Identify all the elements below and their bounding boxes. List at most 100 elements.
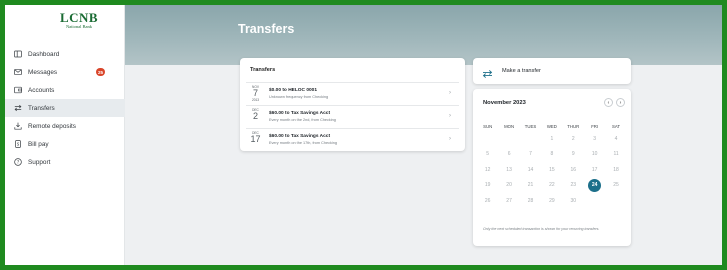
- calendar-day-number: 24: [588, 178, 602, 192]
- calendar-day-number: 6: [507, 151, 511, 158]
- make-transfer-label: Make a transfer: [502, 68, 541, 74]
- messages-count-badge: 25: [96, 68, 105, 76]
- calendar-day-number: 8: [550, 151, 554, 158]
- calendar-day[interactable]: 28: [520, 193, 541, 209]
- calendar-day[interactable]: 21: [520, 178, 541, 194]
- calendar-day[interactable]: 27: [498, 193, 519, 209]
- calendar-day[interactable]: 8: [541, 147, 562, 163]
- calendar-day[interactable]: 3: [584, 131, 605, 147]
- calendar-day-number: 16: [570, 166, 577, 173]
- chevron-right-icon: ›: [619, 99, 622, 106]
- calendar-day-number: 27: [506, 197, 512, 204]
- calendar-week-row: 19 20 21 22 23 24 25: [477, 178, 627, 194]
- calendar-day-number: 14: [527, 166, 534, 173]
- calendar-day-number: 5: [486, 151, 490, 158]
- transfer-arrows-icon: [14, 104, 22, 112]
- calendar-weekday-row: SUN MON TUES WED THUR FRI SAT: [477, 121, 627, 131]
- transfer-date: DEC 2: [250, 108, 261, 121]
- calendar-day[interactable]: 25: [605, 178, 626, 194]
- calendar-day[interactable]: 20: [498, 178, 519, 194]
- calendar-day[interactable]: 4: [605, 131, 626, 147]
- previous-month-button[interactable]: ‹: [604, 98, 613, 107]
- calendar-week-row: 12 13 14 15 16 17 18: [477, 162, 627, 178]
- weekday-label: WED: [546, 123, 557, 129]
- transfer-date: DEC 17: [250, 131, 261, 144]
- sidebar-item-messages[interactable]: Messages 25: [5, 63, 125, 81]
- calendar-day[interactable]: 14: [520, 162, 541, 178]
- svg-text:$: $: [17, 142, 20, 147]
- sidebar-item-support[interactable]: ? Support: [5, 153, 125, 171]
- calendar-day[interactable]: 12: [477, 162, 498, 178]
- sidebar-item-remote-deposits[interactable]: Remote deposits: [5, 117, 125, 135]
- transfer-row[interactable]: DEC 17 $60.00 to Tax Savings Acct Every …: [246, 128, 459, 150]
- calendar-empty-cell: [520, 131, 541, 147]
- sidebar-item-label: Messages: [28, 68, 58, 76]
- calendar-day-number: 25: [613, 182, 619, 189]
- transfer-calendar: November 2023 ‹ › SUN MON TUES WED THUR FRI SA…: [473, 89, 631, 246]
- main-nav: Dashboard Messages 25 Accounts Transfers…: [5, 45, 125, 171]
- calendar-day[interactable]: 17: [584, 162, 605, 178]
- help-circle-icon: ?: [14, 158, 22, 166]
- sidebar-item-label: Transfers: [28, 104, 55, 112]
- sidebar-item-bill-pay[interactable]: $ Bill pay: [5, 135, 125, 153]
- calendar-day[interactable]: 1: [541, 131, 562, 147]
- weekday-label: MON: [504, 123, 515, 129]
- transfer-year: 2013: [251, 98, 260, 102]
- sidebar-item-transfers[interactable]: Transfers: [5, 99, 125, 117]
- calendar-day-number: 3: [593, 135, 597, 142]
- calendar-day-selected[interactable]: 24: [584, 178, 605, 194]
- calendar-day-number: 13: [506, 166, 512, 173]
- calendar-day-number: 19: [484, 182, 491, 189]
- calendar-day[interactable]: 30: [563, 193, 584, 209]
- calendar-day-number: 20: [506, 182, 512, 189]
- chevron-right-icon: ›: [449, 90, 451, 96]
- calendar-day[interactable]: 10: [584, 147, 605, 163]
- bank-logo[interactable]: LCNB National Bank: [49, 11, 109, 30]
- calendar-day[interactable]: 9: [563, 147, 584, 163]
- calendar-day-number: 11: [613, 151, 619, 158]
- calendar-day[interactable]: 7: [520, 147, 541, 163]
- transfer-arrows-icon: [482, 66, 493, 78]
- calendar-week-row: 1 2 3 4: [477, 131, 627, 147]
- calendar-day-number: 21: [527, 182, 534, 189]
- transfer-row[interactable]: NOV 7 2013 $0.00 to HELOC 0001 Unknown f…: [246, 82, 459, 104]
- calendar-day[interactable]: 19: [477, 178, 498, 194]
- calendar-day[interactable]: 15: [541, 162, 562, 178]
- calendar-day[interactable]: 18: [605, 162, 626, 178]
- sidebar-item-label: Support: [28, 158, 51, 166]
- calendar-day[interactable]: 29: [541, 193, 562, 209]
- calendar-day-number: 12: [484, 166, 491, 173]
- deposit-icon: [14, 122, 22, 130]
- calendar-day-number: 15: [549, 166, 555, 173]
- calendar-day-number: 30: [570, 197, 577, 204]
- sidebar-item-label: Remote deposits: [28, 122, 76, 130]
- transfer-subtitle: Unknown frequency from Checking: [269, 95, 329, 99]
- calendar-grid: SUN MON TUES WED THUR FRI SAT 1 2 3 4 5 6 7 8 9 10 11 12 13…: [477, 121, 627, 209]
- transfer-row[interactable]: DEC 2 $60.00 to Tax Savings Acct Every m…: [246, 105, 459, 127]
- sidebar-item-dashboard[interactable]: Dashboard: [5, 45, 125, 63]
- scheduled-transfers-card: Transfers NOV 7 2013 $0.00 to HELOC 0001…: [240, 58, 465, 151]
- transfer-title: $60.00 to Tax Savings Acct: [269, 134, 331, 139]
- calendar-empty-cell: [584, 193, 605, 209]
- sidebar-item-accounts[interactable]: Accounts: [5, 81, 125, 99]
- make-transfer-button[interactable]: Make a transfer: [473, 58, 631, 84]
- chevron-left-icon: ‹: [607, 99, 610, 106]
- calendar-day[interactable]: 26: [477, 193, 498, 209]
- calendar-day[interactable]: 2: [563, 131, 584, 147]
- calendar-day[interactable]: 16: [563, 162, 584, 178]
- transfer-subtitle: Every month on the 17th, from Checking: [269, 141, 337, 145]
- calendar-day-number: 18: [613, 166, 619, 173]
- calendar-day-number: 22: [549, 182, 555, 189]
- calendar-day[interactable]: 23: [563, 178, 584, 194]
- envelope-icon: [14, 68, 22, 76]
- logo-name: LCNB: [59, 10, 99, 25]
- calendar-day-number: 28: [527, 197, 534, 204]
- next-month-button[interactable]: ›: [616, 98, 625, 107]
- calendar-day[interactable]: 22: [541, 178, 562, 194]
- calendar-day[interactable]: 13: [498, 162, 519, 178]
- weekday-label: SUN: [483, 123, 493, 129]
- calendar-day[interactable]: 5: [477, 147, 498, 163]
- calendar-day[interactable]: 11: [605, 147, 626, 163]
- sidebar-item-label: Bill pay: [28, 140, 49, 148]
- calendar-day[interactable]: 6: [498, 147, 519, 163]
